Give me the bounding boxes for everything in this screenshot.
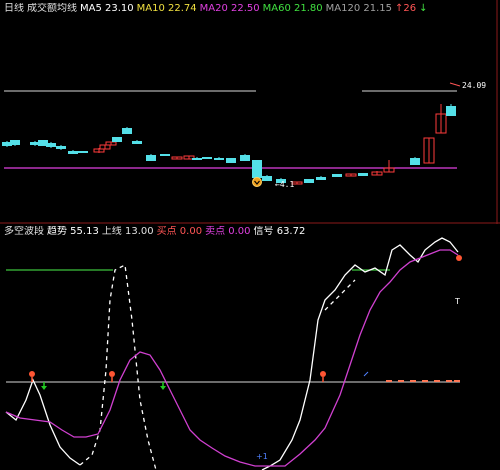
arrow-down-icon xyxy=(41,382,47,390)
arrow-up-icon xyxy=(456,255,462,261)
arrow-up-icon xyxy=(320,371,326,382)
indicator-canvas[interactable] xyxy=(0,0,500,470)
signal-line-white-dashed xyxy=(79,264,157,470)
arrow-up-icon xyxy=(29,371,35,382)
trend-line-magenta xyxy=(5,249,459,467)
bottom-marker-label: +1 xyxy=(256,452,268,461)
signal-line-white-late xyxy=(261,237,459,470)
stock-chart-window: 日线 成交额均线 MA5 23.10 MA10 22.74 MA20 22.50 MA60… xyxy=(0,0,500,470)
signal-line-white xyxy=(5,378,81,466)
arrow-down-icon xyxy=(160,382,166,390)
arrow-up-icon xyxy=(109,371,115,382)
right-marker-label: T xyxy=(455,297,460,306)
cross-tick xyxy=(363,371,369,377)
